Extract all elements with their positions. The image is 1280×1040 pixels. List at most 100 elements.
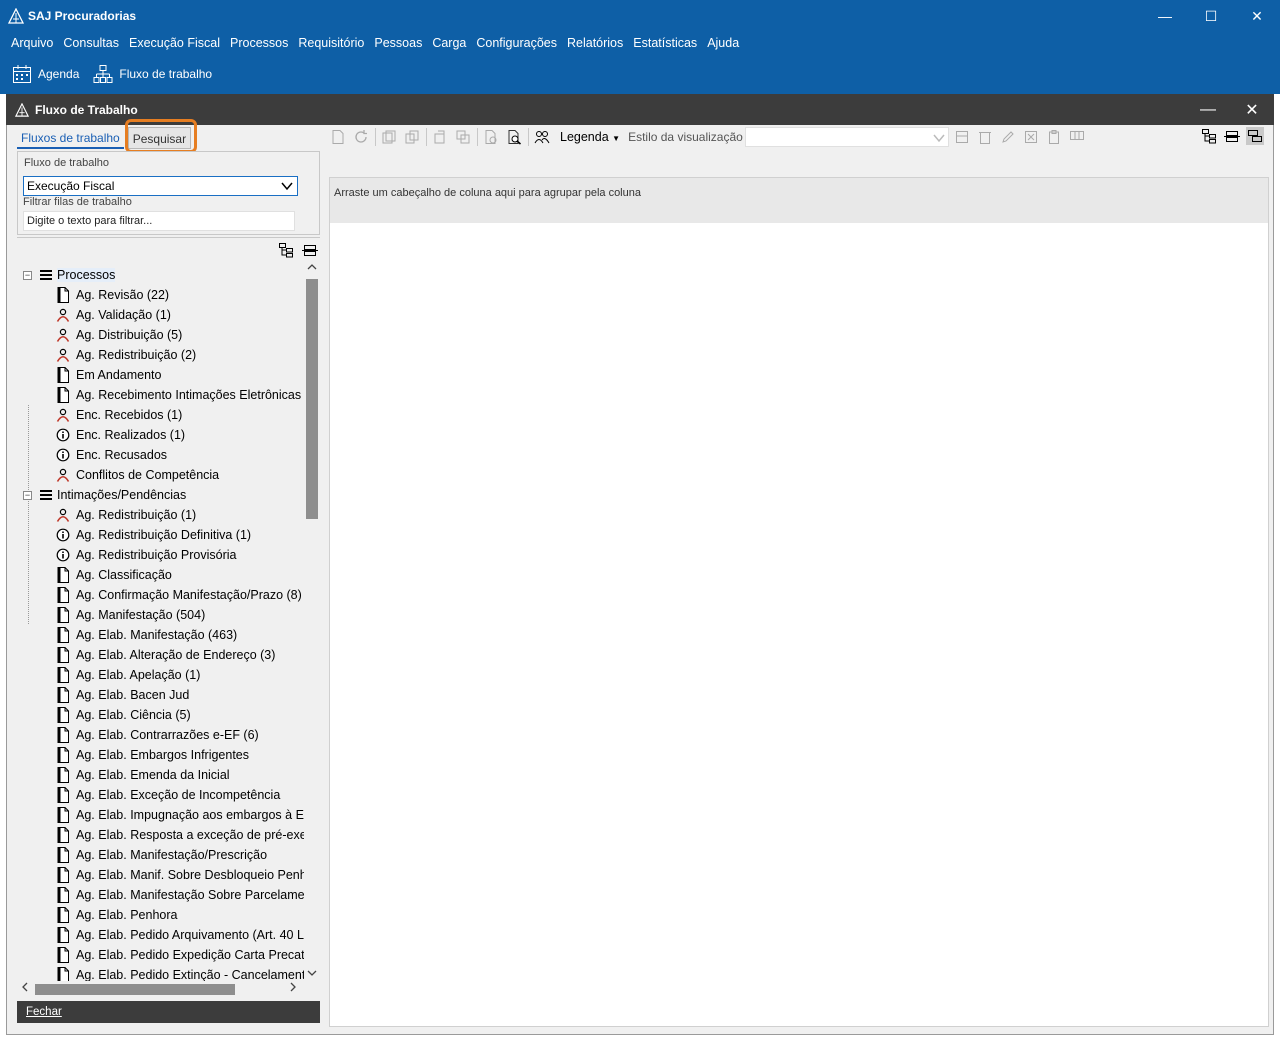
scroll-down-icon[interactable] <box>307 969 317 979</box>
tree-item-label: Enc. Realizados (1) <box>76 428 186 442</box>
tree-item[interactable]: Ag. Elab. Pedido Extinção - Cancelamento <box>17 965 304 981</box>
minimize-button[interactable]: — <box>1142 0 1188 32</box>
tree-item[interactable]: Em Andamento <box>17 365 304 385</box>
close-window-button[interactable]: ✕ <box>1234 0 1280 32</box>
tree-item[interactable]: Enc. Recusados <box>17 445 304 465</box>
expand-all-icon[interactable] <box>1200 127 1218 145</box>
edit-icon[interactable] <box>999 128 1017 146</box>
chevron-down-icon <box>933 132 945 146</box>
tree-item[interactable]: Ag. Redistribuição Definitiva (1) <box>17 525 304 545</box>
fluxo-trabalho-button[interactable]: Fluxo de trabalho <box>93 64 212 84</box>
tree-item[interactable]: Enc. Realizados (1) <box>17 425 304 445</box>
tree-item[interactable]: Ag. Redistribuição (1) <box>17 505 304 525</box>
tree-item[interactable]: Ag. Elab. Manifestação/Prescrição <box>17 845 304 865</box>
save-layout-icon[interactable] <box>953 128 971 146</box>
menu-relatorios[interactable]: Relatórios <box>562 36 628 50</box>
tree-item[interactable]: Enc. Recebidos (1) <box>17 405 304 425</box>
tree-item[interactable]: Ag. Elab. Manif. Sobre Desbloqueio Penho… <box>17 865 304 885</box>
tree-item[interactable]: Ag. Elab. Bacen Jud <box>17 685 304 705</box>
menu-consultas[interactable]: Consultas <box>58 36 124 50</box>
menu-requisitorio[interactable]: Requisitório <box>293 36 369 50</box>
tree-item[interactable]: Ag. Elab. Embargos Infrigentes <box>17 745 304 765</box>
filtrar-input[interactable]: Digite o texto para filtrar... <box>23 211 295 231</box>
tree-item-label: Ag. Elab. Pedido Arquivamento (Art. 40 L… <box>76 928 304 942</box>
fechar-button[interactable]: Fechar <box>17 1001 320 1023</box>
tree-horizontal-scrollbar[interactable] <box>17 981 304 997</box>
tree-item[interactable]: Ag. Distribuição (5) <box>17 325 304 345</box>
excel-export-icon[interactable] <box>1022 128 1040 146</box>
tree-item[interactable]: Ag. Elab. Alteração de Endereço (3) <box>17 645 304 665</box>
menu-configuracoes[interactable]: Configurações <box>471 36 562 50</box>
vertical-scroll-thumb[interactable] <box>306 279 318 519</box>
scroll-up-icon[interactable] <box>307 263 317 273</box>
copy-check-icon[interactable] <box>380 128 398 146</box>
refresh-icon[interactable] <box>352 128 370 146</box>
group-by-panel[interactable]: Arraste um cabeçalho de coluna aqui para… <box>330 178 1268 223</box>
menu-execucao-fiscal[interactable]: Execução Fiscal <box>124 36 225 50</box>
delete-layout-icon[interactable] <box>976 128 994 146</box>
tree-item[interactable]: Ag. Elab. Pedido Expedição Carta Precato… <box>17 945 304 965</box>
tree-item[interactable]: Ag. Recebimento Intimações Eletrônicas (… <box>17 385 304 405</box>
horizontal-scroll-thumb[interactable] <box>35 984 235 995</box>
document-lock-icon[interactable] <box>482 128 500 146</box>
document-search-icon[interactable] <box>505 128 523 146</box>
tree-item[interactable]: Ag. Elab. Resposta a exceção de pré-exec… <box>17 825 304 845</box>
agenda-button[interactable]: Agenda <box>12 64 79 84</box>
clipboard-icon[interactable] <box>1045 128 1063 146</box>
collapse-all-icon[interactable] <box>1223 127 1241 145</box>
collapse-toggle-icon[interactable]: − <box>23 270 32 280</box>
tree-group[interactable]: − Processos <box>17 265 304 285</box>
tab-fluxos-de-trabalho[interactable]: Fluxos de trabalho <box>17 127 124 149</box>
fluxo-select[interactable]: Execução Fiscal <box>23 176 298 196</box>
menu-pessoas[interactable]: Pessoas <box>369 36 427 50</box>
tree-item[interactable]: Ag. Elab. Contrarrazões e-EF (6) <box>17 725 304 745</box>
menu-processos[interactable]: Processos <box>225 36 293 50</box>
tree-item[interactable]: Ag. Elab. Exceção de Incompetência <box>17 785 304 805</box>
tree-item[interactable]: Ag. Validação (1) <box>17 305 304 325</box>
new-document-icon[interactable] <box>329 128 347 146</box>
tree-item[interactable]: Ag. Elab. Emenda da Inicial <box>17 765 304 785</box>
tree-item[interactable]: Ag. Elab. Penhora <box>17 905 304 925</box>
tree-group[interactable]: − Intimações/Pendências <box>17 485 304 505</box>
tree-vertical-scrollbar[interactable] <box>304 261 320 981</box>
menu-carga[interactable]: Carga <box>427 36 471 50</box>
tree-item[interactable]: Ag. Elab. Impugnação aos embargos à Exec… <box>17 805 304 825</box>
legend-people-icon[interactable] <box>533 128 551 146</box>
columns-icon[interactable] <box>1068 128 1086 146</box>
tree-item[interactable]: Ag. Elab. Ciência (5) <box>17 705 304 725</box>
menu-estatisticas[interactable]: Estatísticas <box>628 36 702 50</box>
move-icon[interactable] <box>454 128 472 146</box>
tree-item[interactable]: Ag. Redistribuição Provisória <box>17 545 304 565</box>
collapse-tree-icon[interactable] <box>302 242 318 258</box>
scroll-left-icon[interactable] <box>21 982 29 995</box>
document-icon <box>55 707 71 723</box>
transfer-icon[interactable] <box>431 128 449 146</box>
tree-item[interactable]: Ag. Elab. Manifestação Sobre Parcelament… <box>17 885 304 905</box>
copy-icon[interactable] <box>403 128 421 146</box>
inner-minimize-button[interactable]: — <box>1186 94 1230 125</box>
tree-item-label: Ag. Elab. Apelação (1) <box>76 668 201 682</box>
maximize-button[interactable]: ☐ <box>1188 0 1234 32</box>
menu-ajuda[interactable]: Ajuda <box>702 36 744 50</box>
legenda-dropdown[interactable]: Legenda ▼ <box>560 130 620 144</box>
tree-item[interactable]: Ag. Redistribuição (2) <box>17 345 304 365</box>
tree-item[interactable]: Conflitos de Competência <box>17 465 304 485</box>
person-icon <box>55 307 71 323</box>
tree-item[interactable]: Ag. Confirmação Manifestação/Prazo (8) <box>17 585 304 605</box>
expand-tree-icon[interactable] <box>278 242 294 258</box>
tree-item[interactable]: Ag. Classificação <box>17 565 304 585</box>
inner-close-button[interactable]: ✕ <box>1230 94 1274 125</box>
tree-item[interactable]: Ag. Elab. Apelação (1) <box>17 665 304 685</box>
group-panel-toggle-icon[interactable] <box>1246 127 1264 145</box>
tree-item[interactable]: Ag. Manifestação (504) <box>17 605 304 625</box>
info-icon <box>55 427 71 443</box>
estilo-select[interactable] <box>744 127 949 147</box>
tree-item[interactable]: Ag. Elab. Manifestação (463) <box>17 625 304 645</box>
data-grid[interactable]: Arraste um cabeçalho de coluna aqui para… <box>329 177 1269 1027</box>
collapse-toggle-icon[interactable]: − <box>23 490 32 500</box>
menu-arquivo[interactable]: Arquivo <box>6 36 58 50</box>
tree-item[interactable]: Ag. Revisão (22) <box>17 285 304 305</box>
tree-item[interactable]: Ag. Elab. Pedido Arquivamento (Art. 40 L… <box>17 925 304 945</box>
scroll-right-icon[interactable] <box>289 982 297 995</box>
list-icon <box>38 487 54 503</box>
